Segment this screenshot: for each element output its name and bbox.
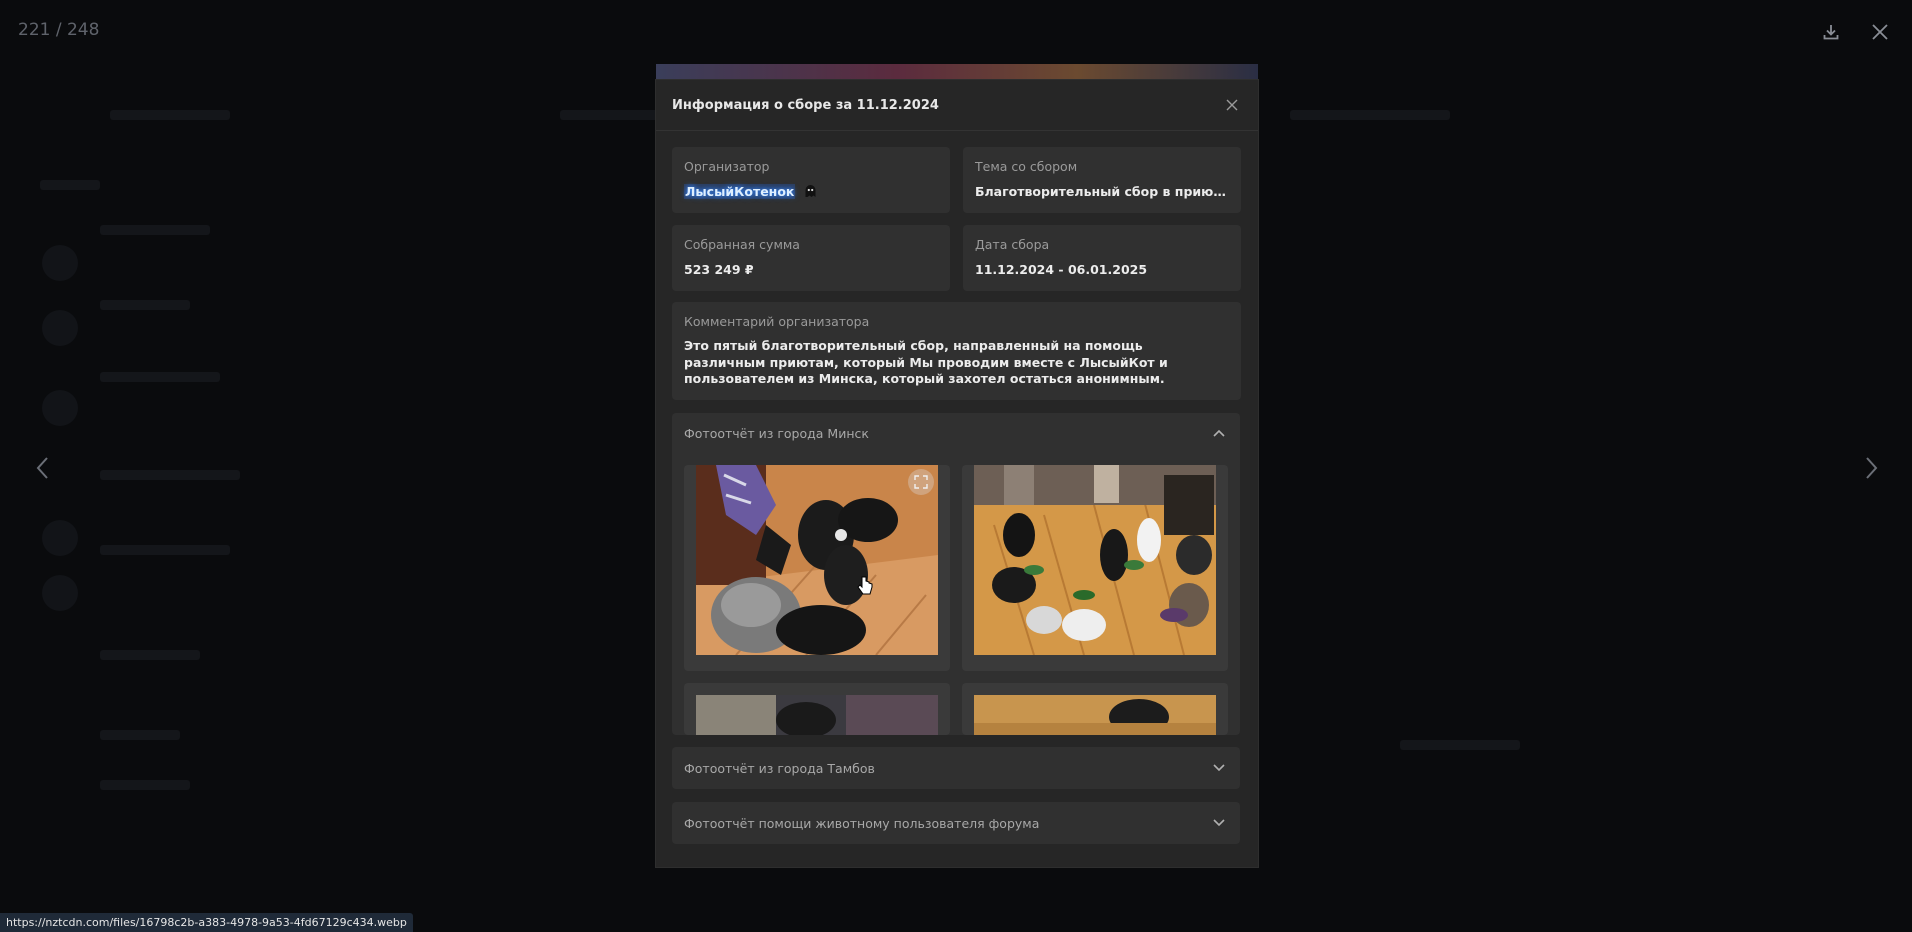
organizer-value: ЛысыйКотенок xyxy=(684,184,817,201)
section-title: Фотоотчёт из города Минск xyxy=(684,426,869,441)
photo-4[interactable] xyxy=(962,683,1228,735)
comment-label: Комментарий организатора xyxy=(684,314,870,329)
amount-card: Собранная сумма 523 249 ₽ xyxy=(672,225,950,291)
date-label: Дата сбора xyxy=(975,237,1050,252)
chevron-down-icon xyxy=(1212,761,1226,775)
organizer-label: Организатор xyxy=(684,159,770,174)
modal-header: Информация о сборе за 11.12.2024 xyxy=(656,80,1258,131)
hand-cursor-icon xyxy=(857,576,873,600)
photo-3[interactable] xyxy=(684,683,950,735)
photo-cats-feeding[interactable] xyxy=(962,465,1228,671)
chevron-up-icon xyxy=(1212,426,1226,440)
close-icon[interactable] xyxy=(1866,18,1894,46)
section-minsk-header[interactable]: Фотоотчёт из города Минск xyxy=(672,413,1240,453)
section-title: Фотоотчёт из города Тамбов xyxy=(684,761,875,776)
photo-dogs[interactable] xyxy=(684,465,950,671)
download-icon[interactable] xyxy=(1817,18,1845,46)
status-bar-url: https://nztcdn.com/files/16798c2b-a383-4… xyxy=(0,913,413,932)
section-tambov[interactable]: Фотоотчёт из города Тамбов xyxy=(672,747,1240,789)
close-icon[interactable] xyxy=(1222,95,1242,115)
organizer-name[interactable]: ЛысыйКотенок xyxy=(684,184,796,199)
fundraiser-info-modal: Информация о сборе за 11.12.2024 Организ… xyxy=(656,80,1258,867)
section-minsk: Фотоотчёт из города Минск xyxy=(672,413,1240,735)
image-counter: 221 / 248 xyxy=(18,20,100,40)
modal-title: Информация о сборе за 11.12.2024 xyxy=(672,97,939,113)
chevron-right-icon[interactable] xyxy=(1856,448,1886,488)
comment-text: Это пятый благотворительный сбор, направ… xyxy=(684,338,1168,386)
chevron-left-icon[interactable] xyxy=(28,448,58,488)
date-card: Дата сбора 11.12.2024 - 06.01.2025 xyxy=(963,225,1241,291)
topic-card: Тема со сбором Благотворительный сбор в … xyxy=(963,147,1241,213)
organizer-card: Организатор ЛысыйКотенок xyxy=(672,147,950,213)
expand-icon[interactable] xyxy=(908,469,934,495)
ghost-icon xyxy=(804,184,817,201)
chevron-down-icon xyxy=(1212,816,1226,830)
date-value: 11.12.2024 - 06.01.2025 xyxy=(975,262,1148,277)
comment-card: Комментарий организатора Это пятый благо… xyxy=(672,302,1241,400)
topic-label: Тема со сбором xyxy=(975,159,1078,174)
image-viewer: 221 / 248 Информация о сборе за 11.12.20… xyxy=(0,0,1912,932)
amount-label: Собранная сумма xyxy=(684,237,800,252)
topic-value[interactable]: Благотворительный сбор в приюты ... xyxy=(975,184,1231,199)
section-title: Фотоотчёт помощи животному пользователя … xyxy=(684,816,1040,831)
amount-value: 523 249 ₽ xyxy=(684,262,754,277)
section-forum-user[interactable]: Фотоотчёт помощи животному пользователя … xyxy=(672,802,1240,844)
